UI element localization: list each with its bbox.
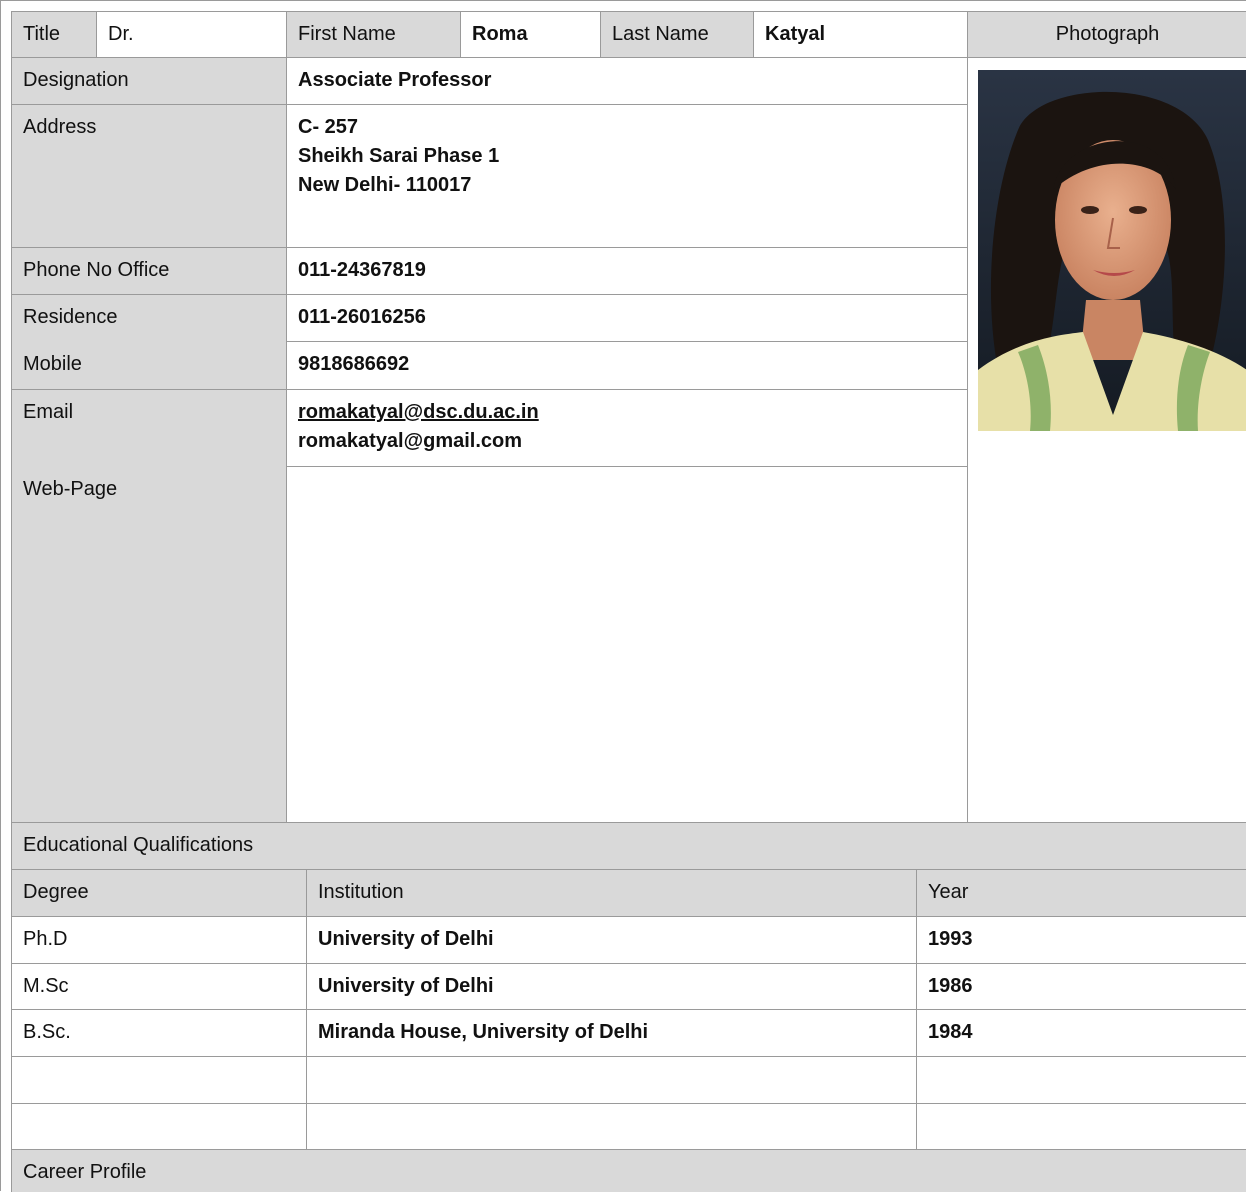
edu-row-1-year: 1993: [917, 917, 1246, 964]
residence-label: Residence: [11, 295, 287, 342]
edu-row-4-degree: [11, 1057, 307, 1104]
portrait-image: [978, 70, 1246, 431]
edu-header-year: Year: [917, 870, 1246, 917]
edu-row-5-institution: [307, 1104, 917, 1150]
edu-row-2-year: 1986: [917, 964, 1246, 1010]
email-label: Email: [11, 390, 287, 467]
photograph-label: Photograph: [968, 11, 1246, 58]
faculty-profile-form: Title Dr. First Name Roma Last Name Katy…: [0, 0, 1246, 1192]
education-section-label: Educational Qualifications: [11, 823, 1246, 870]
edu-row-2-institution: University of Delhi: [307, 964, 917, 1010]
address-value: C- 257 Sheikh Sarai Phase 1 New Delhi- 1…: [287, 105, 968, 248]
edu-row-5-year: [917, 1104, 1246, 1150]
residence-value: 011-26016256: [287, 295, 968, 342]
email-values: romakatyal@dsc.du.ac.in romakatyal@gmail…: [287, 390, 968, 467]
edu-row-5-degree: [11, 1104, 307, 1150]
edu-row-1-degree: Ph.D: [11, 917, 307, 964]
webpage-label: Web-Page: [11, 467, 287, 823]
first-name-value: Roma: [461, 11, 601, 58]
edu-row-4-institution: [307, 1057, 917, 1104]
title-label: Title: [11, 11, 97, 58]
address-label: Address: [11, 105, 287, 248]
email-secondary: romakatyal@gmail.com: [298, 430, 523, 452]
designation-label: Designation: [11, 58, 287, 105]
edu-row-3-institution: Miranda House, University of Delhi: [307, 1010, 917, 1057]
edu-header-institution: Institution: [307, 870, 917, 917]
mobile-value: 9818686692: [287, 342, 968, 390]
edu-row-2-degree: M.Sc: [11, 964, 307, 1010]
designation-value: Associate Professor: [287, 58, 968, 105]
webpage-value: [287, 467, 968, 823]
email-primary-link[interactable]: romakatyal@dsc.du.ac.in: [298, 398, 967, 427]
edu-row-3-degree: B.Sc.: [11, 1010, 307, 1057]
edu-header-degree: Degree: [11, 870, 307, 917]
first-name-label: First Name: [287, 11, 461, 58]
edu-row-1-institution: University of Delhi: [307, 917, 917, 964]
edu-row-4-year: [917, 1057, 1246, 1104]
profile-photograph: [978, 70, 1246, 431]
title-value: Dr.: [97, 11, 287, 58]
last-name-value: Katyal: [754, 11, 968, 58]
mobile-label: Mobile: [11, 342, 287, 390]
phone-office-label: Phone No Office: [11, 248, 287, 295]
edu-row-3-year: 1984: [917, 1010, 1246, 1057]
career-section-label: Career Profile: [11, 1150, 1246, 1192]
last-name-label: Last Name: [601, 11, 754, 58]
phone-office-value: 011-24367819: [287, 248, 968, 295]
